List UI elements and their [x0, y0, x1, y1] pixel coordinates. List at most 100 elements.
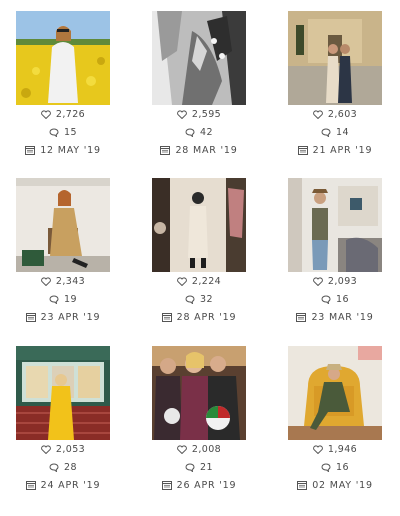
post-thumbnail[interactable]: [152, 178, 246, 272]
heart-icon: [41, 444, 51, 454]
comments-count: 15: [64, 126, 77, 138]
comments-stat: 32: [152, 290, 246, 308]
comments-stat: 28: [16, 458, 110, 476]
likes-count: 2,726: [55, 108, 86, 120]
likes-count: 2,008: [191, 443, 222, 455]
comment-icon: [321, 462, 331, 472]
comments-stat: 42: [152, 123, 246, 141]
likes-stat: 2,343: [16, 272, 110, 290]
post-card: 2,224 32 28 APR '19: [152, 178, 246, 326]
likes-stat: 2,595: [152, 105, 246, 123]
likes-stat: 2,053: [16, 440, 110, 458]
calendar-icon: [297, 145, 308, 155]
calendar-icon: [296, 312, 307, 322]
date-stat: 23 MAR '19: [288, 308, 382, 326]
post-thumbnail[interactable]: [16, 178, 110, 272]
heart-icon: [177, 444, 187, 454]
calendar-icon: [25, 145, 36, 155]
post-date: 02 MAY '19: [312, 479, 373, 491]
likes-count: 2,053: [55, 443, 86, 455]
likes-count: 2,093: [327, 275, 358, 287]
calendar-icon: [161, 480, 172, 490]
comments-count: 16: [336, 461, 349, 473]
comments-stat: 15: [16, 123, 110, 141]
heart-icon: [41, 276, 51, 286]
post-thumbnail[interactable]: [16, 346, 110, 440]
comments-count: 19: [64, 293, 77, 305]
likes-count: 1,946: [327, 443, 358, 455]
likes-stat: 2,603: [288, 105, 382, 123]
likes-stat: 2,726: [16, 105, 110, 123]
comments-count: 32: [200, 293, 213, 305]
post-date: 28 MAR '19: [175, 144, 238, 156]
post-grid: 2,726 15 12 MAY '19 2,595 42 28 MAR '19 …: [0, 0, 400, 516]
comments-stat: 14: [288, 123, 382, 141]
date-stat: 21 APR '19: [288, 141, 382, 159]
date-stat: 23 APR '19: [16, 308, 110, 326]
date-stat: 28 MAR '19: [152, 141, 246, 159]
comment-icon: [321, 294, 331, 304]
post-date: 23 MAR '19: [311, 311, 374, 323]
comments-count: 14: [336, 126, 349, 138]
post-date: 26 APR '19: [176, 479, 237, 491]
post-date: 12 MAY '19: [40, 144, 101, 156]
post-thumbnail[interactable]: [16, 11, 110, 105]
date-stat: 12 MAY '19: [16, 141, 110, 159]
post-date: 23 APR '19: [40, 311, 101, 323]
post-card: 2,008 21 26 APR '19: [152, 346, 246, 494]
comment-icon: [185, 462, 195, 472]
post-card: 2,093 16 23 MAR '19: [288, 178, 382, 326]
post-date: 24 APR '19: [40, 479, 101, 491]
date-stat: 24 APR '19: [16, 476, 110, 494]
comments-count: 16: [336, 293, 349, 305]
post-thumbnail[interactable]: [288, 346, 382, 440]
post-thumbnail[interactable]: [288, 178, 382, 272]
post-card: 1,946 16 02 MAY '19: [288, 346, 382, 494]
date-stat: 28 APR '19: [152, 308, 246, 326]
post-thumbnail[interactable]: [152, 346, 246, 440]
post-date: 28 APR '19: [176, 311, 237, 323]
likes-count: 2,343: [55, 275, 86, 287]
comment-icon: [49, 462, 59, 472]
post-card: 2,726 15 12 MAY '19: [16, 11, 110, 159]
post-date: 21 APR '19: [312, 144, 373, 156]
comment-icon: [49, 294, 59, 304]
likes-stat: 1,946: [288, 440, 382, 458]
likes-stat: 2,093: [288, 272, 382, 290]
heart-icon: [313, 109, 323, 119]
date-stat: 02 MAY '19: [288, 476, 382, 494]
comments-count: 42: [200, 126, 213, 138]
likes-count: 2,603: [327, 108, 358, 120]
calendar-icon: [161, 312, 172, 322]
likes-count: 2,224: [191, 275, 222, 287]
heart-icon: [313, 276, 323, 286]
comment-icon: [49, 127, 59, 137]
comments-stat: 16: [288, 458, 382, 476]
comment-icon: [185, 127, 195, 137]
calendar-icon: [297, 480, 308, 490]
post-thumbnail[interactable]: [152, 11, 246, 105]
comments-stat: 21: [152, 458, 246, 476]
calendar-icon: [160, 145, 171, 155]
post-thumbnail[interactable]: [288, 11, 382, 105]
comment-icon: [321, 127, 331, 137]
heart-icon: [177, 109, 187, 119]
comments-count: 28: [64, 461, 77, 473]
likes-count: 2,595: [191, 108, 222, 120]
post-card: 2,053 28 24 APR '19: [16, 346, 110, 494]
comments-stat: 19: [16, 290, 110, 308]
post-card: 2,603 14 21 APR '19: [288, 11, 382, 159]
post-card: 2,343 19 23 APR '19: [16, 178, 110, 326]
heart-icon: [313, 444, 323, 454]
date-stat: 26 APR '19: [152, 476, 246, 494]
calendar-icon: [25, 480, 36, 490]
comments-count: 21: [200, 461, 213, 473]
heart-icon: [41, 109, 51, 119]
calendar-icon: [25, 312, 36, 322]
comment-icon: [185, 294, 195, 304]
likes-stat: 2,008: [152, 440, 246, 458]
likes-stat: 2,224: [152, 272, 246, 290]
comments-stat: 16: [288, 290, 382, 308]
heart-icon: [177, 276, 187, 286]
post-card: 2,595 42 28 MAR '19: [152, 11, 246, 159]
